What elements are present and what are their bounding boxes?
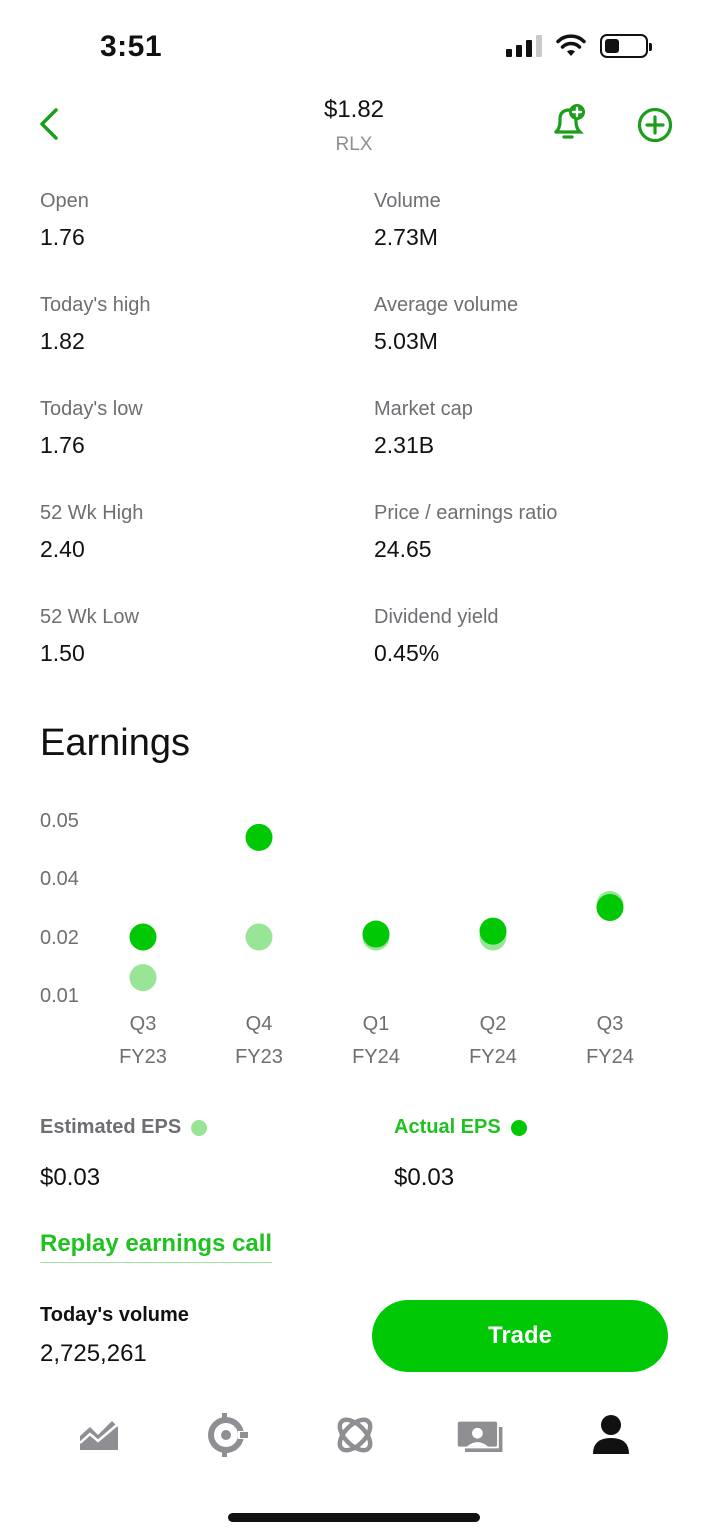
stat-52wk-high: 52 Wk High 2.40 xyxy=(40,500,374,564)
battery-icon xyxy=(600,34,652,58)
x-tick-fiscal-year: FY23 xyxy=(119,1046,167,1068)
stat-value: 1.76 xyxy=(40,224,85,250)
stat-pe-ratio: Price / earnings ratio 24.65 xyxy=(374,500,680,564)
actual-eps-point xyxy=(596,894,624,921)
stat-label: Price / earnings ratio xyxy=(374,502,558,524)
account-icon[interactable] xyxy=(586,1410,636,1460)
home-indicator xyxy=(228,1513,480,1522)
stat-volume: Volume 2.73M xyxy=(374,188,680,252)
actual-eps-point xyxy=(479,917,507,945)
stat-dividend-yield: Dividend yield 0.45% xyxy=(374,604,680,668)
bottom-tab-bar xyxy=(0,1410,708,1480)
stat-label: Average volume xyxy=(374,294,519,316)
add-to-list-icon[interactable] xyxy=(634,104,676,146)
x-tick-fiscal-year: FY24 xyxy=(352,1046,400,1068)
stat-open: Open 1.76 xyxy=(40,188,374,252)
x-tick-quarter: Q2 xyxy=(480,1013,507,1035)
browse-icon[interactable] xyxy=(330,1410,380,1460)
add-alert-bell-icon[interactable] xyxy=(548,102,588,146)
actual-eps-value: $0.03 xyxy=(394,1164,455,1191)
stat-market-cap: Market cap 2.31B xyxy=(374,396,680,460)
status-time: 3:51 xyxy=(100,30,163,63)
ticker-symbol: RLX xyxy=(335,134,373,155)
x-tick-fiscal-year: FY24 xyxy=(469,1046,517,1068)
actual-eps-point xyxy=(129,923,157,951)
stat-value: 1.82 xyxy=(40,328,85,354)
x-tick-fiscal-year: FY23 xyxy=(235,1046,283,1068)
stat-label: 52 Wk High xyxy=(40,502,144,524)
stat-average-volume: Average volume 5.03M xyxy=(374,292,680,356)
actual-eps-point xyxy=(245,823,273,851)
legend-label: Actual EPS xyxy=(394,1116,501,1138)
legend-estimated-eps: Estimated EPS xyxy=(40,1116,208,1139)
y-tick-label: 0.05 xyxy=(40,810,79,832)
x-tick-quarter: Q3 xyxy=(597,1013,624,1035)
chart-icon[interactable] xyxy=(74,1410,124,1460)
y-tick-label: 0.01 xyxy=(40,985,79,1007)
y-tick-label: 0.02 xyxy=(40,927,79,949)
stat-label: Market cap xyxy=(374,398,473,420)
earnings-section-title: Earnings xyxy=(40,722,190,764)
y-tick-label: 0.04 xyxy=(40,868,79,890)
replay-earnings-call-link[interactable]: Replay earnings call xyxy=(40,1230,273,1263)
legend-dot-actual xyxy=(510,1119,527,1136)
crypto-icon[interactable] xyxy=(202,1410,252,1460)
stat-52wk-low: 52 Wk Low 1.50 xyxy=(40,604,374,668)
stat-label: 52 Wk Low xyxy=(40,606,139,628)
stat-value: 2.31B xyxy=(374,432,435,458)
stat-value: 1.76 xyxy=(40,432,85,458)
stat-label: Dividend yield xyxy=(374,606,499,628)
estimated-eps-point xyxy=(245,923,273,951)
stat-todays-high: Today's high 1.82 xyxy=(40,292,374,356)
estimated-eps-point xyxy=(129,964,157,992)
legend-actual-eps: Actual EPS xyxy=(394,1116,527,1139)
wifi-icon xyxy=(556,34,586,56)
legend-dot-estimated xyxy=(191,1119,208,1136)
stat-label: Today's high xyxy=(40,294,151,316)
x-tick-fiscal-year: FY24 xyxy=(586,1046,634,1068)
stat-value: 1.50 xyxy=(40,640,85,666)
stat-value: 2.40 xyxy=(40,536,85,562)
legend-label: Estimated EPS xyxy=(40,1116,182,1138)
x-tick-quarter: Q1 xyxy=(363,1013,390,1035)
stat-label: Volume xyxy=(374,190,441,212)
stock-price: $1.82 xyxy=(323,96,385,123)
status-icons xyxy=(506,34,652,58)
stat-label: Open xyxy=(40,190,89,212)
actual-eps-point xyxy=(362,920,390,948)
stat-label: Today's low xyxy=(40,398,143,420)
cellular-signal-icon xyxy=(506,35,542,57)
stat-value: 5.03M xyxy=(374,328,438,354)
stat-value: 2.73M xyxy=(374,224,438,250)
key-stats-grid: Open 1.76 Volume 2.73M Today's high 1.82 Av… xyxy=(40,188,680,668)
cash-icon[interactable] xyxy=(456,1410,506,1460)
stat-value: 24.65 xyxy=(374,536,432,562)
trade-button[interactable]: Trade xyxy=(372,1300,668,1372)
x-tick-quarter: Q3 xyxy=(130,1013,157,1035)
earnings-scatter-chart: 0.05 0.04 0.02 0.01 Q3 FY23 Q4 FY23 Q1 FY24 Q2 FY24… xyxy=(40,810,634,1068)
stat-todays-low: Today's low 1.76 xyxy=(40,396,374,460)
estimated-eps-value: $0.03 xyxy=(40,1164,101,1191)
todays-volume-label: Today's volume xyxy=(40,1304,189,1326)
todays-volume-value: 2,725,261 xyxy=(40,1340,147,1367)
x-tick-quarter: Q4 xyxy=(246,1013,273,1035)
stat-value: 0.45% xyxy=(374,640,440,666)
